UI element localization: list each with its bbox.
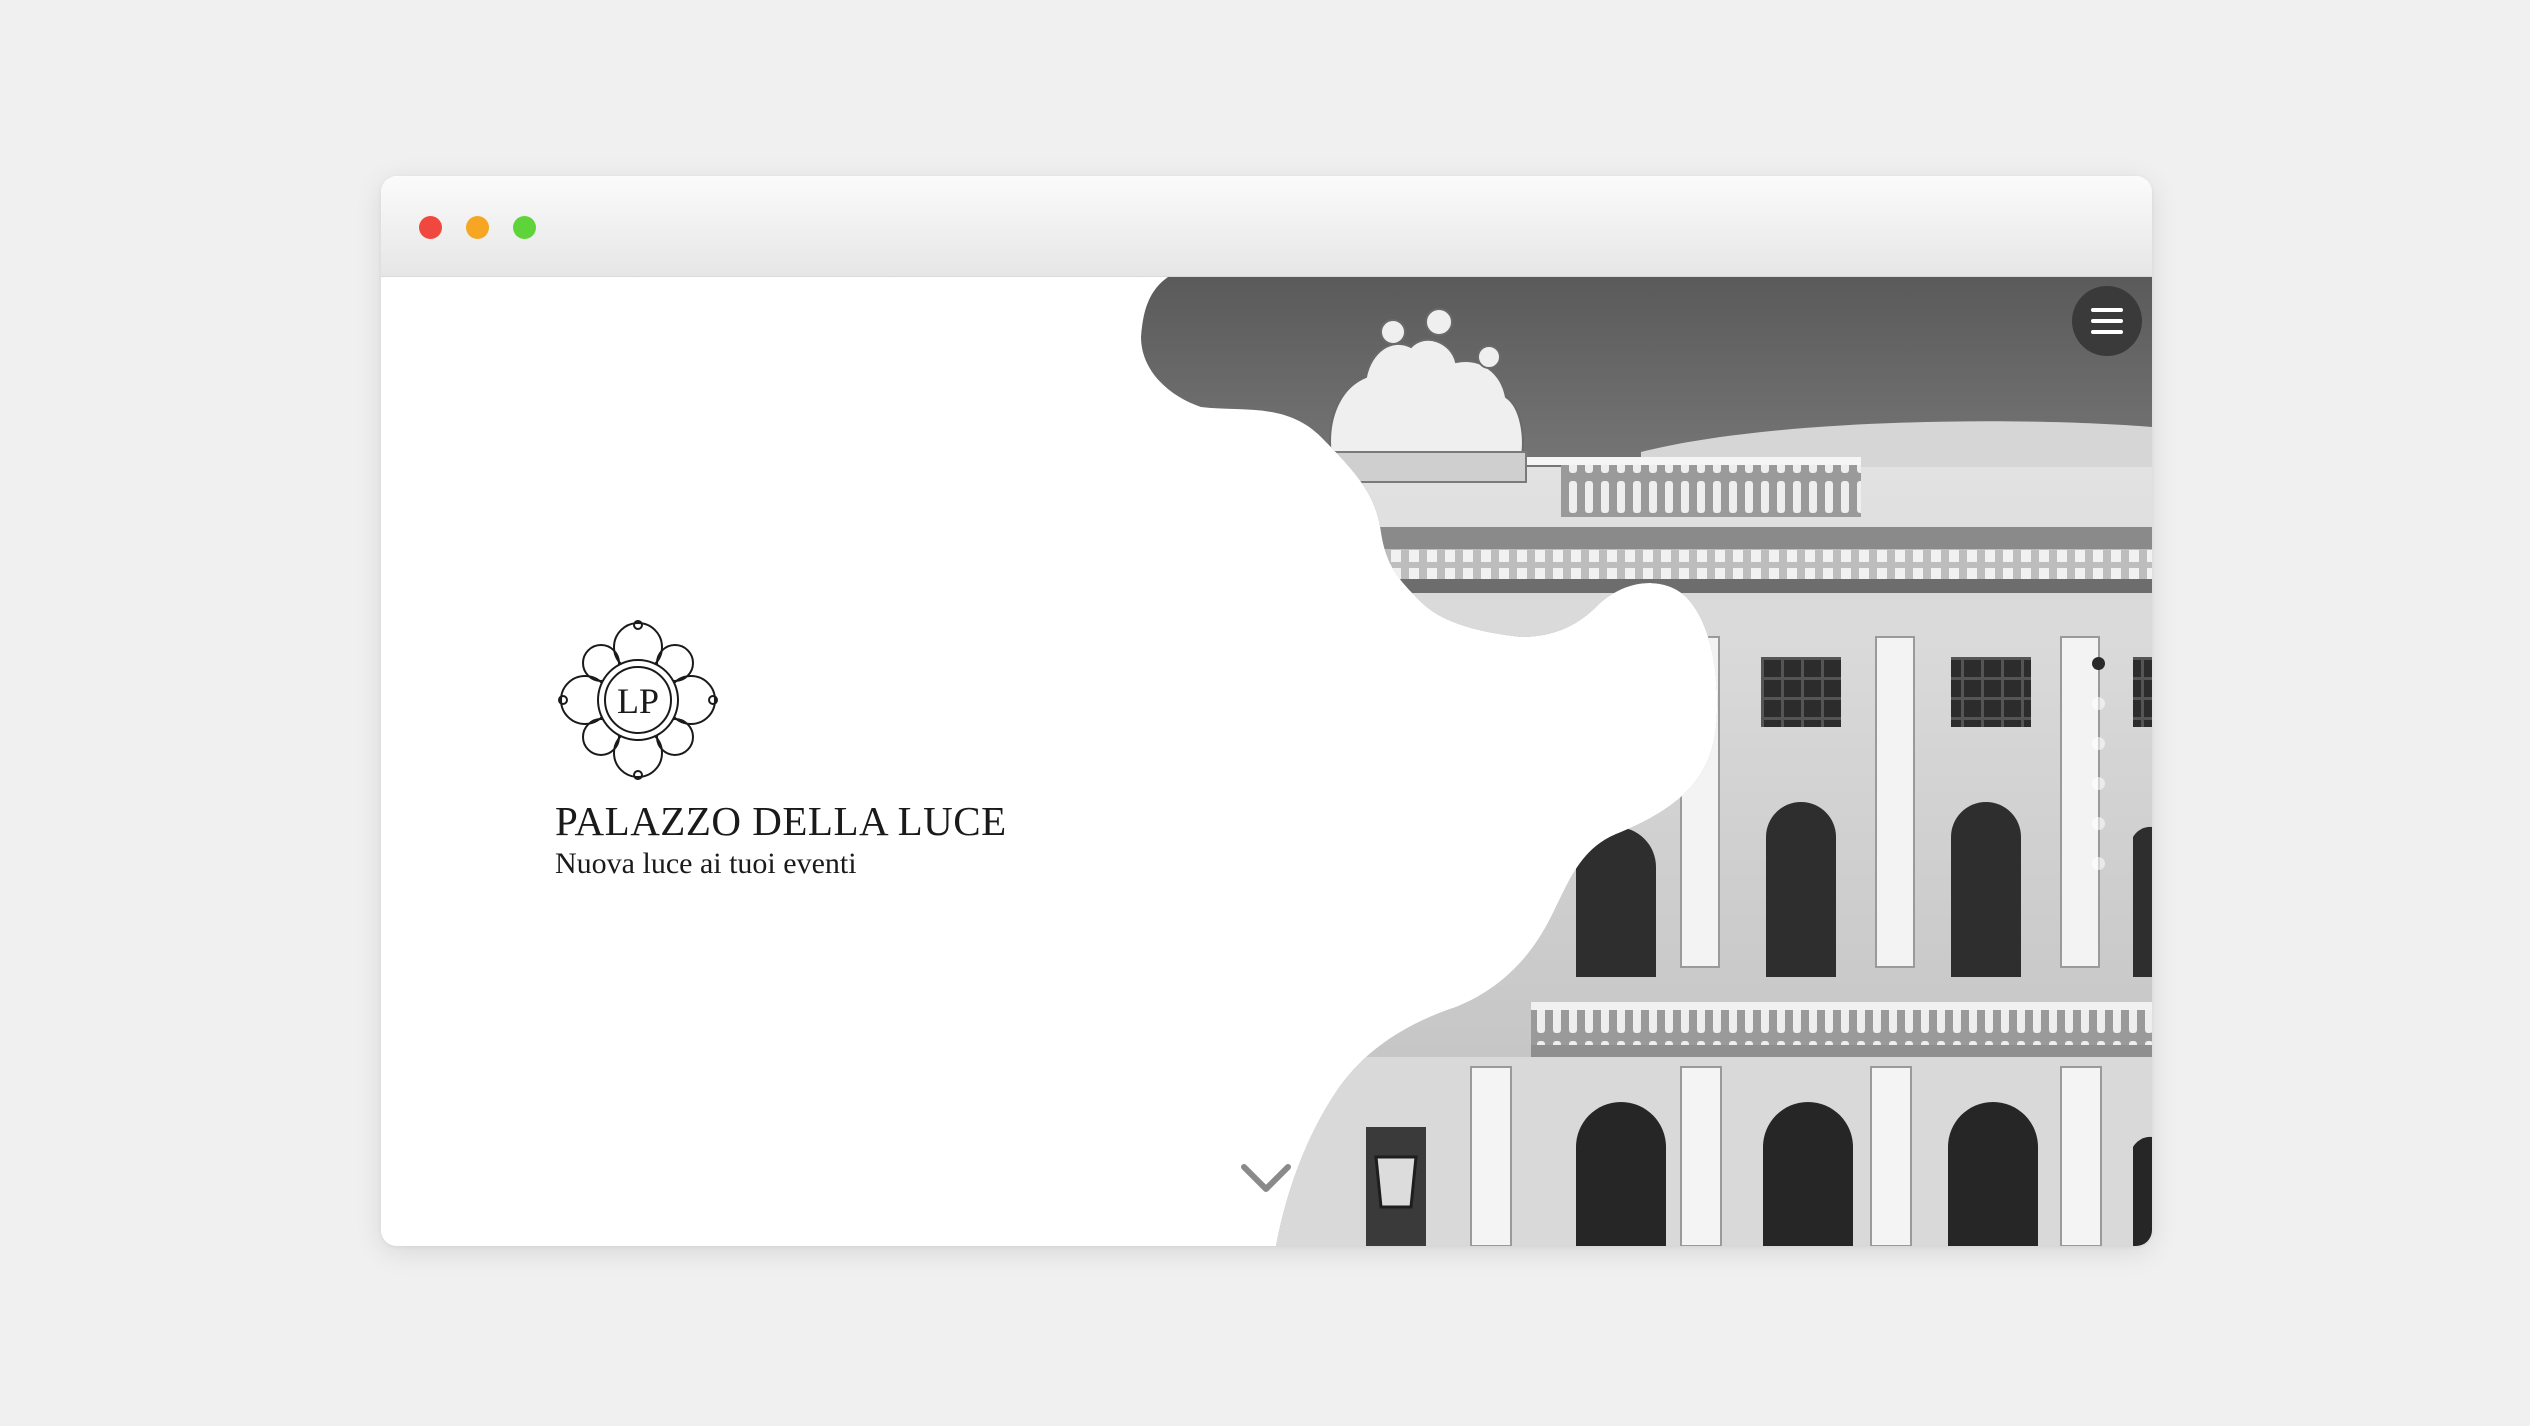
- logo-monogram: LP: [617, 681, 659, 721]
- chevron-down-icon[interactable]: [1238, 1159, 1294, 1199]
- brand-tagline: Nuova luce ai tuoi eventi: [555, 847, 857, 880]
- pager-dot[interactable]: [2092, 777, 2105, 790]
- hamburger-menu-icon: [2091, 308, 2123, 312]
- hamburger-menu-button[interactable]: [2072, 286, 2142, 356]
- browser-window: LP PALAZZO DELLA LUCE Nuova luce ai tuoi…: [381, 176, 2152, 1246]
- brand-name: PALAZZO DELLA LUCE: [555, 798, 1007, 844]
- pager-dot[interactable]: [2092, 697, 2105, 710]
- page-viewport: LP PALAZZO DELLA LUCE Nuova luce ai tuoi…: [381, 277, 2152, 1246]
- pager-dot[interactable]: [2092, 657, 2105, 670]
- hamburger-menu-icon-bar: [2091, 330, 2123, 334]
- pager-dot[interactable]: [2092, 737, 2105, 750]
- section-pager: [2089, 657, 2109, 877]
- pager-dot[interactable]: [2092, 817, 2105, 830]
- pager-dot[interactable]: [2092, 857, 2105, 870]
- palazzo-logo-emblem: LP: [558, 620, 718, 780]
- window-titlebar: [381, 176, 2152, 277]
- close-window-button[interactable]: [419, 216, 442, 239]
- maximize-window-button[interactable]: [513, 216, 536, 239]
- minimize-window-button[interactable]: [466, 216, 489, 239]
- hamburger-menu-icon-bar: [2091, 319, 2123, 323]
